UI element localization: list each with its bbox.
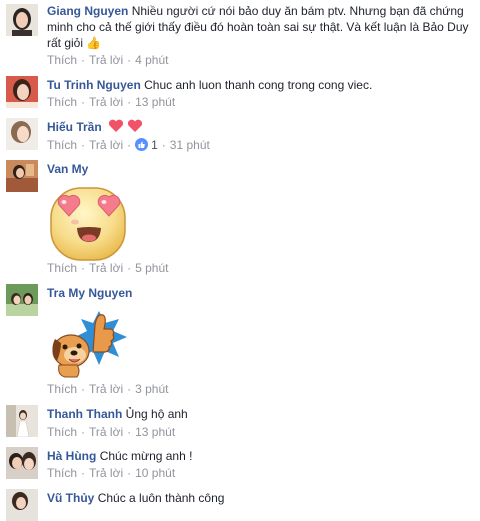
avatar[interactable] [6, 489, 38, 521]
reply-link[interactable]: Trả lời [89, 95, 123, 109]
comment-text: Chúc mừng anh ! [99, 449, 193, 463]
comment-author[interactable]: Tra My Nguyen [47, 286, 132, 300]
comment-author[interactable]: Hiếu Trần [47, 120, 102, 134]
comment-author[interactable]: Van My [47, 162, 88, 176]
avatar[interactable] [6, 4, 38, 36]
like-link[interactable]: Thích [47, 425, 77, 439]
comment-actions: Thích · Trả lời · 3 phút [47, 382, 169, 396]
avatar[interactable] [6, 284, 38, 316]
comment-actions: Thích · Trả lời · 1 · 31 phút [47, 138, 210, 152]
avatar[interactable] [6, 160, 38, 192]
heart-icon [108, 119, 124, 132]
heart-eyes-face-sticker [47, 182, 131, 267]
like-link[interactable]: Thích [47, 138, 77, 152]
comment-actions: Thích · Trả lời · 13 phút [47, 425, 176, 439]
comment-actions: Thích · Trả lời · 4 phút [47, 53, 169, 67]
dog-thumbs-up-sticker [47, 307, 131, 382]
comment-author[interactable]: Tu Trinh Nguyen [47, 78, 141, 92]
reply-link[interactable]: Trả lời [89, 466, 123, 480]
like-link[interactable]: Thích [47, 53, 77, 67]
timestamp[interactable]: 31 phút [170, 138, 210, 152]
reply-link[interactable]: Trả lời [89, 138, 123, 152]
comment-actions: Thích · Trả lời · 5 phút [47, 261, 169, 275]
reply-link[interactable]: Trả lời [89, 261, 123, 275]
timestamp[interactable]: 13 phút [135, 95, 175, 109]
reply-link[interactable]: Trả lời [89, 53, 123, 67]
timestamp[interactable]: 13 phút [135, 425, 175, 439]
comment-author[interactable]: Vũ Thủy [47, 491, 94, 505]
heart-icon [128, 119, 143, 132]
timestamp[interactable]: 4 phút [135, 53, 168, 67]
comment-actions: Thích · Trả lời · 13 phút [47, 95, 176, 109]
like-link[interactable]: Thích [47, 466, 77, 480]
like-count[interactable]: 1 [151, 138, 158, 152]
comment-author[interactable]: Thanh Thanh [47, 407, 122, 421]
comment-author[interactable]: Giang Nguyen [47, 4, 128, 18]
like-link[interactable]: Thích [47, 95, 77, 109]
avatar[interactable] [6, 405, 38, 437]
thumbs-up-icon: 👍 [86, 36, 102, 50]
timestamp[interactable]: 10 phút [135, 466, 175, 480]
like-link[interactable]: Thích [47, 382, 77, 396]
reply-link[interactable]: Trả lời [89, 382, 123, 396]
like-badge-icon[interactable] [135, 138, 149, 151]
avatar[interactable] [6, 118, 38, 150]
comment-actions: Thích · Trả lời · 10 phút [47, 466, 176, 480]
avatar[interactable] [6, 447, 38, 479]
timestamp[interactable]: 3 phút [135, 382, 168, 396]
comment-author[interactable]: Hà Hùng [47, 449, 96, 463]
comment-text: Chuc anh luon thanh cong trong cong viec… [144, 78, 373, 92]
comment-text: Ủng hộ anh [125, 407, 188, 421]
comment-text: Chúc a luôn thành công [97, 491, 225, 505]
like-link[interactable]: Thích [47, 261, 77, 275]
timestamp[interactable]: 5 phút [135, 261, 168, 275]
reply-link[interactable]: Trả lời [89, 425, 123, 439]
avatar[interactable] [6, 76, 38, 108]
